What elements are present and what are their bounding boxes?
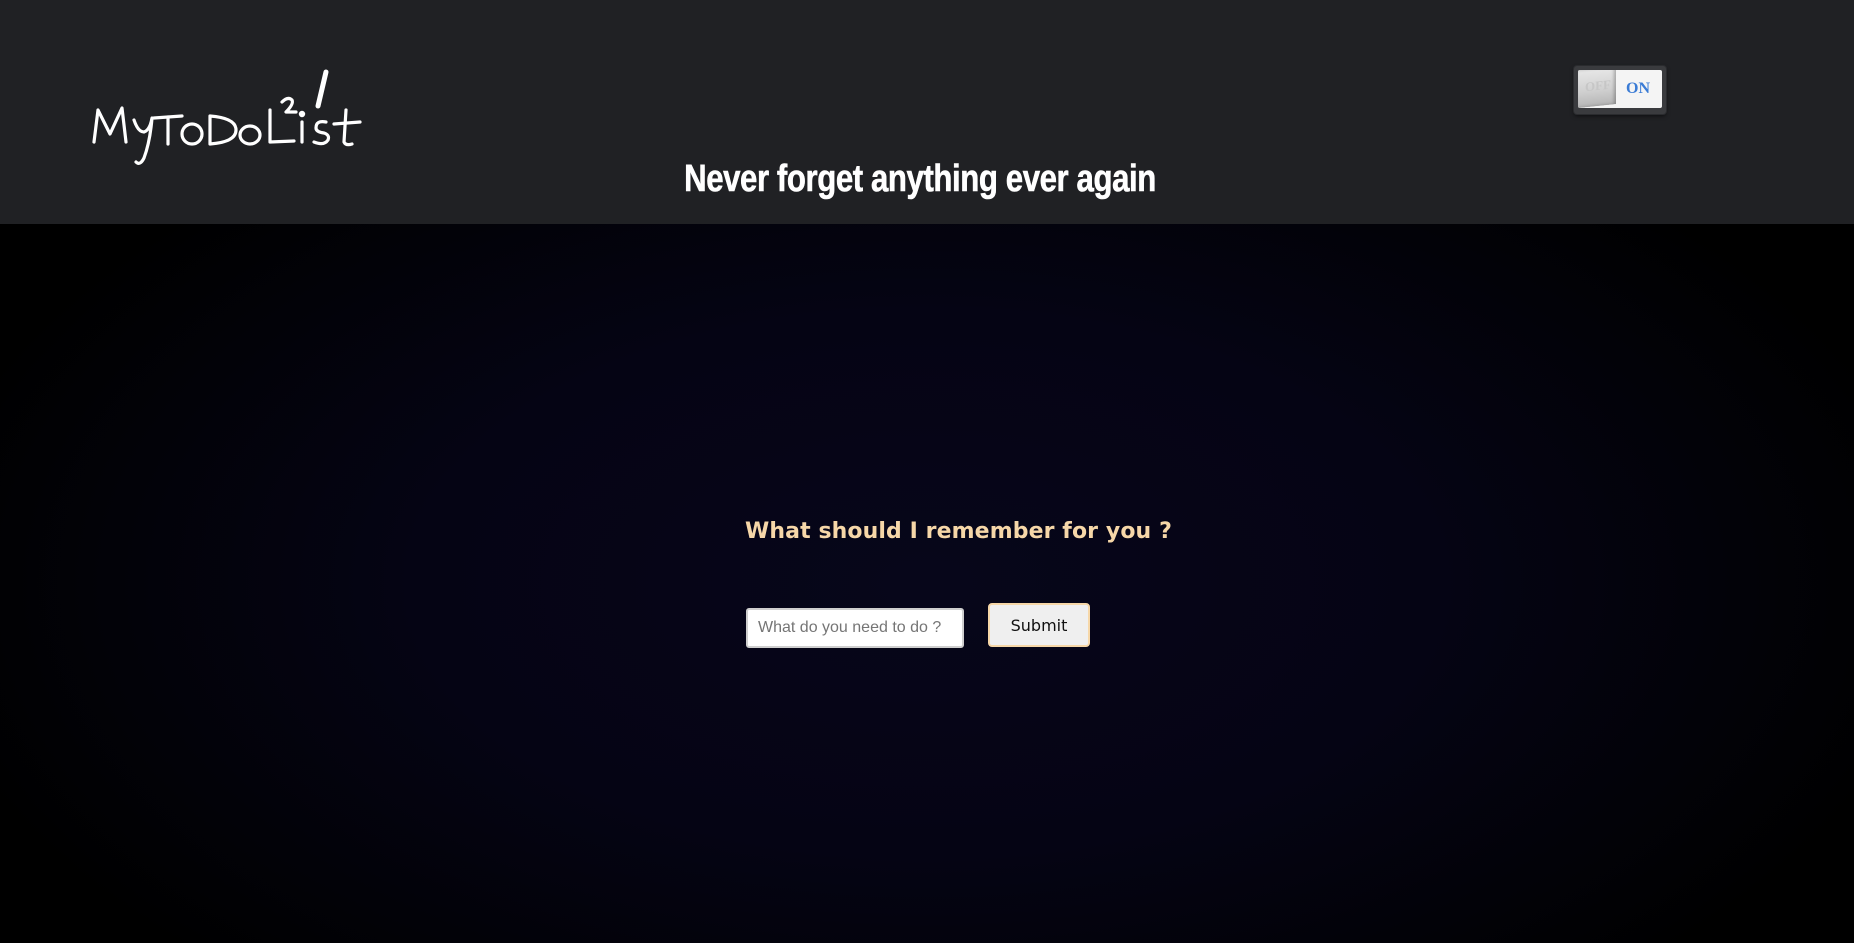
todo-input[interactable] [746, 608, 964, 648]
app-logo[interactable] [90, 62, 390, 172]
theme-toggle-switch[interactable]: OFF ON [1574, 66, 1666, 114]
toggle-on-label: ON [1626, 80, 1650, 97]
toggle-off-label: OFF [1585, 76, 1611, 95]
prompt-heading: What should I remember for you ? [745, 519, 1172, 544]
page-tagline: Never forget anything ever again [684, 158, 1157, 201]
header: Never forget anything ever again OFF ON [0, 0, 1854, 224]
logo-image [92, 69, 362, 165]
main-content [0, 224, 1854, 943]
submit-button[interactable]: Submit [988, 603, 1090, 647]
toggle-track: OFF ON [1578, 70, 1662, 108]
